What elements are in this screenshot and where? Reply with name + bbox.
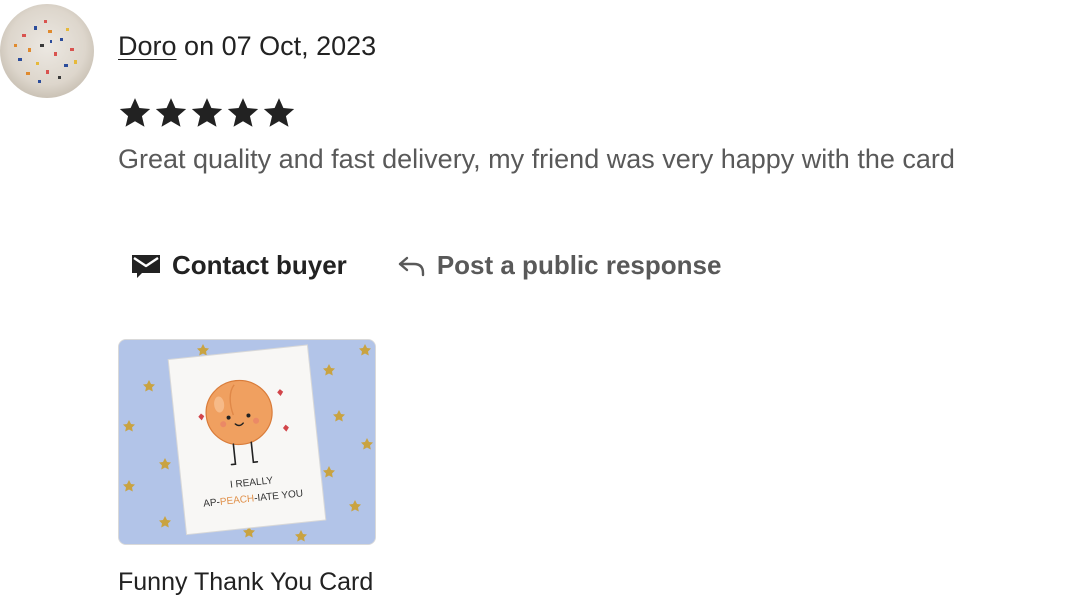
avatar-image <box>14 20 77 83</box>
listing-title-link[interactable]: Funny Thank You Card <box>118 566 373 598</box>
review-header: Doro on 07 Oct, 2023 <box>118 30 376 62</box>
review-text: Great quality and fast delivery, my frie… <box>118 144 955 174</box>
review-actions: Contact buyer Post a public response <box>130 248 721 282</box>
listing-thumbnail[interactable]: I REALLY AP-PEACH-IATE YOU <box>118 339 376 545</box>
review-date: on 07 Oct, 2023 <box>184 31 377 61</box>
reviewer-avatar[interactable] <box>0 4 94 98</box>
contact-buyer-label: Contact buyer <box>172 250 347 280</box>
contact-buyer-button[interactable]: Contact buyer <box>130 248 347 282</box>
reviewer-name-link[interactable]: Doro <box>118 31 177 61</box>
card-image: I REALLY AP-PEACH-IATE YOU <box>119 340 375 544</box>
post-public-response-label: Post a public response <box>436 250 722 280</box>
post-public-response-button[interactable]: Post a public response <box>397 248 722 282</box>
envelope-icon <box>132 255 160 278</box>
star-icon <box>263 98 295 127</box>
star-icon <box>155 98 187 127</box>
star-icon <box>227 98 259 127</box>
star-rating <box>118 96 296 130</box>
reply-arrow-icon <box>398 256 425 277</box>
star-icon <box>119 98 151 127</box>
star-icon <box>191 98 223 127</box>
